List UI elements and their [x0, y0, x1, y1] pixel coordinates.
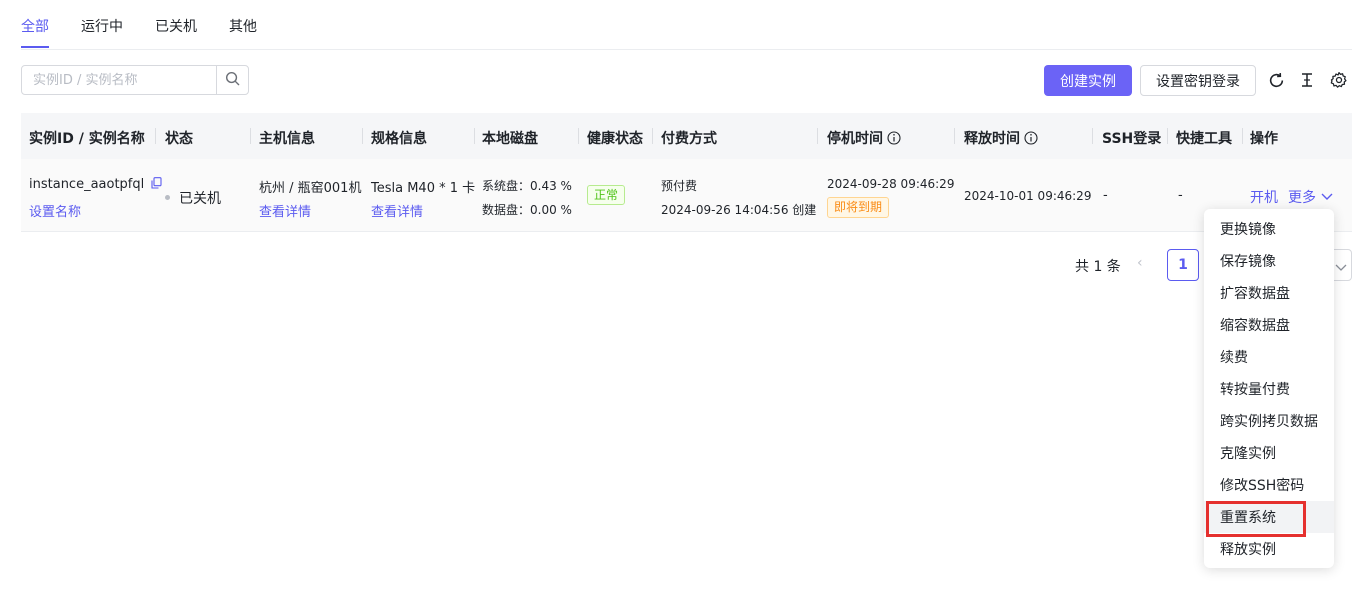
col-stop-time: 停机时间 — [827, 128, 901, 149]
menu-item-expand-data-disk[interactable]: 扩容数据盘 — [1204, 277, 1334, 309]
column-divider — [250, 128, 251, 144]
column-divider — [1242, 128, 1243, 144]
column-divider — [954, 128, 955, 144]
col-health: 健康状态 — [587, 131, 643, 147]
info-icon[interactable] — [887, 131, 901, 149]
menu-item-shrink-data-disk[interactable]: 缩容数据盘 — [1204, 309, 1334, 341]
chevron-down-icon — [1335, 261, 1347, 276]
menu-item-reset-system[interactable]: 重置系统 — [1204, 501, 1334, 533]
tab-stopped[interactable]: 已关机 — [155, 16, 197, 36]
billing-created-time: 2024-09-26 14:04:56 创建 — [661, 203, 817, 217]
quick-tools: - — [1178, 188, 1183, 203]
host-info: 杭州 / 瓶窑001机 — [259, 181, 362, 196]
col-tools: 快捷工具 — [1176, 131, 1232, 147]
set-ssh-key-button[interactable]: 设置密钥登录 — [1140, 65, 1256, 96]
settings-gear-icon[interactable] — [1330, 71, 1348, 89]
ssh-login: - — [1103, 188, 1108, 203]
copy-icon[interactable] — [151, 177, 162, 193]
tab-running[interactable]: 运行中 — [81, 16, 123, 36]
menu-item-clone-instance[interactable]: 克隆实例 — [1204, 437, 1334, 469]
col-instance-id: 实例ID / 实例名称 — [29, 131, 145, 147]
menu-item-change-ssh-password[interactable]: 修改SSH密码 — [1204, 469, 1334, 501]
menu-item-renew[interactable]: 续费 — [1204, 341, 1334, 373]
menu-item-change-image[interactable]: 更换镜像 — [1204, 213, 1334, 245]
col-billing: 付费方式 — [661, 131, 717, 147]
instance-id: instance_aaotpfql — [29, 177, 162, 193]
stop-time: 2024-09-28 09:46:29 — [827, 177, 955, 191]
col-host: 主机信息 — [259, 131, 315, 147]
col-actions: 操作 — [1250, 131, 1278, 147]
status-text: 已关机 — [179, 191, 221, 207]
table-row: instance_aaotpfql 设置名称 已关机 杭州 / 瓶窑001机 查… — [21, 159, 1352, 232]
column-divider — [155, 128, 156, 144]
instance-id-text: instance_aaotpfql — [29, 177, 145, 192]
col-release-time-label: 释放时间 — [964, 131, 1020, 147]
expiring-badge: 即将到期 — [827, 197, 890, 218]
search-input[interactable] — [23, 67, 217, 93]
column-divider — [474, 128, 475, 144]
create-instance-button[interactable]: 创建实例 — [1044, 65, 1132, 96]
prev-page-icon[interactable]: ‹ — [1137, 255, 1143, 271]
status-dot — [165, 195, 170, 200]
col-status: 状态 — [165, 131, 193, 147]
table-header: 实例ID / 实例名称 状态 主机信息 规格信息 本地磁盘 健康状态 付费方式 … — [21, 113, 1352, 159]
status-tabs: 全部 运行中 已关机 其他 — [21, 0, 1352, 50]
chevron-down-icon — [1321, 189, 1333, 205]
set-name-link[interactable]: 设置名称 — [29, 201, 81, 220]
column-divider — [578, 128, 579, 144]
column-divider — [652, 128, 653, 144]
host-detail-link[interactable]: 查看详情 — [259, 201, 311, 220]
spec-detail-link[interactable]: 查看详情 — [371, 201, 423, 220]
system-disk-usage: 系统盘：0.43 % — [482, 179, 572, 193]
column-divider — [362, 128, 363, 144]
column-divider — [1092, 128, 1093, 144]
refresh-icon[interactable] — [1267, 71, 1285, 89]
more-actions-label: 更多 — [1288, 190, 1316, 206]
menu-item-release-instance[interactable]: 释放实例 — [1204, 533, 1334, 565]
text-cursor-icon[interactable] — [1298, 71, 1316, 89]
active-tab-indicator — [21, 46, 49, 48]
col-stop-time-label: 停机时间 — [827, 131, 883, 147]
col-spec: 规格信息 — [371, 131, 427, 147]
spec-info: Tesla M40 * 1 卡 — [371, 181, 476, 196]
page-number[interactable]: 1 — [1167, 249, 1199, 281]
info-icon[interactable] — [1024, 131, 1038, 149]
more-actions-menu: 更换镜像 保存镜像 扩容数据盘 缩容数据盘 续费 转按量付费 跨实例拷贝数据 克… — [1204, 209, 1334, 568]
tab-other[interactable]: 其他 — [229, 16, 257, 36]
more-actions-button[interactable]: 更多 — [1288, 187, 1333, 207]
col-release-time: 释放时间 — [964, 128, 1038, 149]
column-divider — [1167, 128, 1168, 144]
release-time: 2024-10-01 09:46:29 — [964, 189, 1092, 203]
data-disk-usage: 数据盘：0.00 % — [482, 203, 572, 217]
menu-item-switch-to-pay-as-you-go[interactable]: 转按量付费 — [1204, 373, 1334, 405]
tab-all[interactable]: 全部 — [21, 16, 49, 36]
start-button[interactable]: 开机 — [1250, 187, 1278, 207]
search-button[interactable] — [216, 66, 248, 94]
billing-type: 预付费 — [661, 179, 698, 193]
col-ssh: SSH登录 — [1102, 131, 1162, 147]
pagination-total: 共 1 条 — [1075, 259, 1121, 275]
instance-status: 已关机 — [165, 188, 221, 208]
menu-item-save-image[interactable]: 保存镜像 — [1204, 245, 1334, 277]
col-disk: 本地磁盘 — [482, 131, 538, 147]
search-box — [21, 65, 249, 95]
search-icon — [225, 71, 240, 90]
column-divider — [817, 128, 818, 144]
menu-item-cross-instance-copy[interactable]: 跨实例拷贝数据 — [1204, 405, 1334, 437]
health-badge: 正常 — [587, 185, 626, 205]
